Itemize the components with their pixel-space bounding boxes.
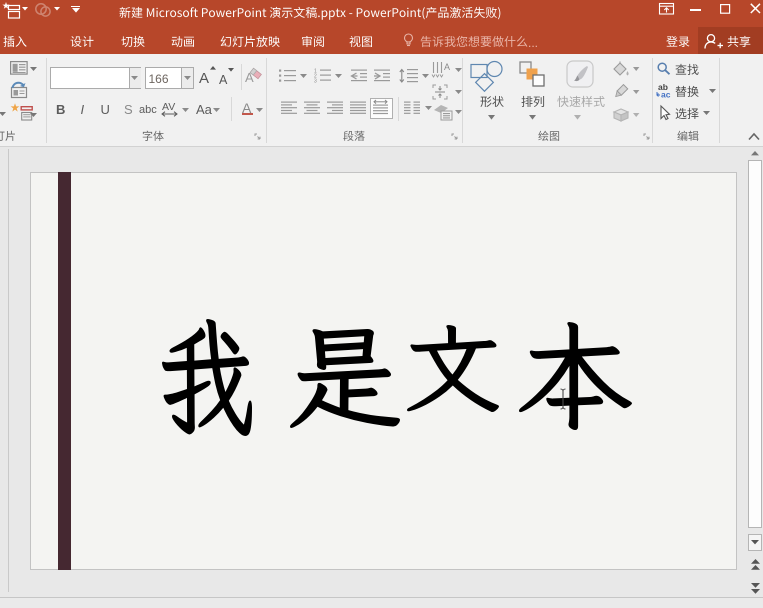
svg-text:A: A	[444, 62, 450, 72]
svg-text:ac: ac	[661, 90, 671, 100]
svg-text:3: 3	[314, 79, 317, 85]
